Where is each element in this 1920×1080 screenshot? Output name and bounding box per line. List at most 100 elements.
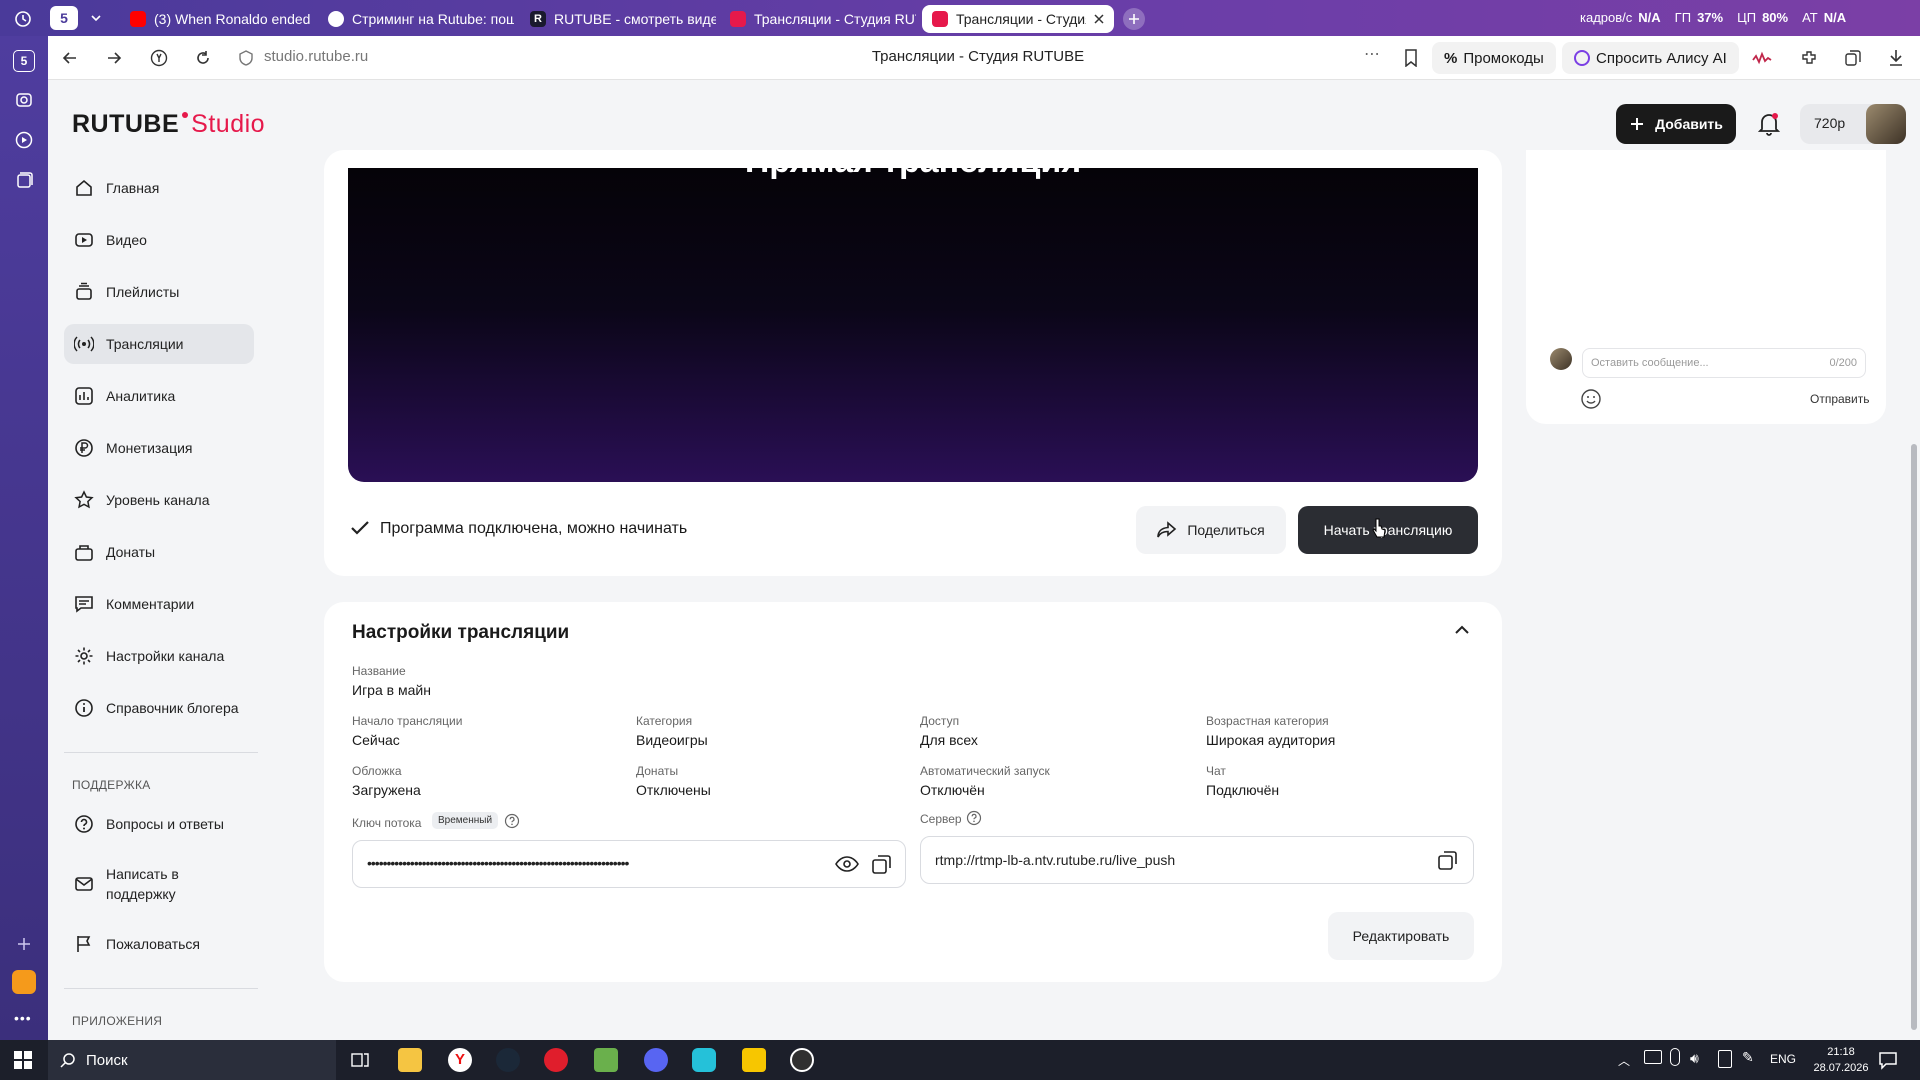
task-view-icon[interactable]: [350, 1050, 370, 1070]
play-circle-icon[interactable]: [14, 130, 34, 150]
field-label: Обложка: [352, 764, 402, 778]
minecraft-icon[interactable]: [594, 1048, 618, 1072]
file-explorer-icon[interactable]: [398, 1048, 422, 1072]
browser-tab-1[interactable]: (3) When Ronaldo ended t: [120, 5, 310, 33]
bell-icon[interactable]: [1758, 112, 1780, 136]
collections-panel-icon[interactable]: [1844, 49, 1862, 67]
volume-icon[interactable]: 🔊︎: [1690, 1050, 1699, 1067]
sidebar-item-label: Пожаловаться: [106, 936, 201, 952]
video-preview[interactable]: Прямая трансляция: [348, 168, 1478, 482]
studio-icon: [730, 11, 746, 27]
rail-badge[interactable]: 5: [13, 50, 35, 72]
sidebar-item-faq[interactable]: Вопросы и ответы: [64, 804, 254, 844]
add-button[interactable]: Добавить: [1616, 104, 1736, 144]
close-icon[interactable]: [1094, 14, 1104, 24]
server-url-field[interactable]: rtmp://rtmp-lb-a.ntv.rutube.ru/live_push: [920, 836, 1474, 884]
scrollbar-thumb[interactable]: [1911, 444, 1917, 1030]
share-button[interactable]: Поделиться: [1136, 506, 1286, 554]
preview-overlay-title: Прямая трансляция: [348, 168, 1478, 181]
reload-icon[interactable]: [194, 49, 212, 67]
sidebar-item-broadcasts[interactable]: Трансляции: [64, 324, 254, 364]
sidebar-item-comments[interactable]: Комментарии: [64, 584, 254, 624]
emoji-icon[interactable]: [1580, 388, 1602, 410]
edit-button[interactable]: Редактировать: [1328, 912, 1474, 960]
browser-tab-2[interactable]: Стриминг на Rutube: пош: [318, 5, 514, 33]
bookmark-icon[interactable]: [1404, 49, 1418, 67]
alice-button[interactable]: Спросить Алису AI: [1562, 42, 1739, 74]
tab-label: RUTUBE - смотреть виде: [554, 11, 716, 27]
notifications-icon[interactable]: [1878, 1050, 1898, 1070]
more-icon[interactable]: •••: [14, 1010, 32, 1026]
copy-icon[interactable]: [1437, 849, 1459, 871]
browser-side-rail: 5 •••: [0, 36, 48, 1040]
media-player-icon[interactable]: [544, 1048, 568, 1072]
sidebar-item-contact-support[interactable]: Написать в поддержку: [64, 856, 254, 912]
vpn-app-icon[interactable]: [692, 1048, 716, 1072]
mail-app-icon[interactable]: [12, 970, 36, 994]
camera-icon[interactable]: [14, 90, 34, 110]
browser-tab-3[interactable]: R RUTUBE - смотреть виде: [520, 5, 716, 33]
obs-studio-icon[interactable]: [790, 1048, 814, 1072]
game-launcher-icon[interactable]: [742, 1048, 766, 1072]
help-icon[interactable]: [504, 813, 520, 829]
browser-tab-active[interactable]: Трансляции - Студия R: [922, 5, 1114, 33]
extensions-icon[interactable]: [1800, 49, 1818, 67]
collections-icon[interactable]: [14, 170, 34, 190]
new-tab-button[interactable]: [1123, 8, 1145, 30]
copy-icon[interactable]: [871, 853, 893, 875]
stream-key-field[interactable]: ••••••••••••••••••••••••••••••••••••••••…: [352, 840, 906, 888]
network-icon[interactable]: [1644, 1050, 1662, 1064]
sidebar-item-monetization[interactable]: Монетизация: [64, 428, 254, 468]
sidebar-item-home[interactable]: Главная: [64, 168, 254, 208]
download-icon[interactable]: [1888, 49, 1904, 67]
start-broadcast-button[interactable]: Начать трансляцию: [1298, 506, 1478, 554]
forward-arrow-icon[interactable]: [106, 50, 122, 66]
chat-send-button[interactable]: Отправить: [1810, 392, 1870, 406]
yandex-icon[interactable]: [150, 49, 168, 67]
chevron-up-icon[interactable]: [1454, 624, 1470, 636]
pen-icon[interactable]: ✎: [1742, 1049, 1754, 1066]
taskbar-search[interactable]: Поиск: [48, 1040, 336, 1080]
sidebar-item-label: Уровень канала: [106, 492, 210, 508]
sidebar-item-blogger-guide[interactable]: Справочник блогера: [64, 688, 254, 728]
quality-avatar-pill[interactable]: 720p: [1800, 104, 1906, 144]
help-icon[interactable]: [966, 810, 982, 826]
sidebar-item-report[interactable]: Пожаловаться: [64, 924, 254, 964]
search-icon: [60, 1053, 75, 1068]
clock[interactable]: 21:18 28.07.2026: [1806, 1044, 1876, 1076]
browser-tab-4[interactable]: Трансляции - Студия RUT: [720, 5, 916, 33]
sidebar-item-channel-settings[interactable]: Настройки канала: [64, 636, 254, 676]
avatar[interactable]: [1866, 104, 1906, 144]
back-arrow-icon[interactable]: [62, 50, 78, 66]
rutube-studio-logo[interactable]: RUTUBE Studio: [72, 110, 265, 139]
edit-label: Редактировать: [1352, 928, 1450, 944]
sidebar-item-donations[interactable]: Донаты: [64, 532, 254, 572]
gear-icon: [75, 647, 93, 665]
device-icon[interactable]: [1718, 1050, 1732, 1068]
sidebar-item-playlists[interactable]: Плейлисты: [64, 272, 254, 312]
promo-button[interactable]: % Промокоды: [1432, 42, 1556, 74]
language-indicator[interactable]: ENG: [1770, 1052, 1796, 1066]
plus-icon[interactable]: [14, 934, 34, 954]
sidebar-item-channel-level[interactable]: Уровень канала: [64, 480, 254, 520]
sidebar-item-video[interactable]: Видео: [64, 220, 254, 260]
wave-extension-icon[interactable]: [1752, 50, 1772, 66]
microphone-icon[interactable]: [1670, 1048, 1680, 1066]
windows-start-icon[interactable]: [14, 1051, 32, 1069]
start-time-value: Сейчас: [352, 732, 400, 748]
chat-message-input[interactable]: Оставить сообщение... 0/200: [1582, 348, 1866, 378]
support-section-title: ПОДДЕРЖКА: [72, 778, 151, 792]
discord-icon[interactable]: [644, 1048, 668, 1072]
eye-icon[interactable]: [835, 855, 859, 873]
yandex-browser-icon[interactable]: Y: [448, 1048, 472, 1072]
steam-icon[interactable]: [496, 1048, 520, 1072]
chevron-up-icon[interactable]: ︿: [1618, 1052, 1630, 1069]
url-text[interactable]: studio.rutube.ru: [264, 48, 368, 65]
tab-group-badge[interactable]: 5: [50, 6, 78, 30]
chevron-down-icon[interactable]: [90, 12, 102, 24]
history-icon[interactable]: [14, 10, 32, 28]
page-scrollbar[interactable]: [1908, 80, 1920, 1040]
sidebar-item-analytics[interactable]: Аналитика: [64, 376, 254, 416]
more-dots-icon[interactable]: ⋯: [1364, 44, 1380, 64]
site-info-icon[interactable]: [238, 50, 254, 66]
